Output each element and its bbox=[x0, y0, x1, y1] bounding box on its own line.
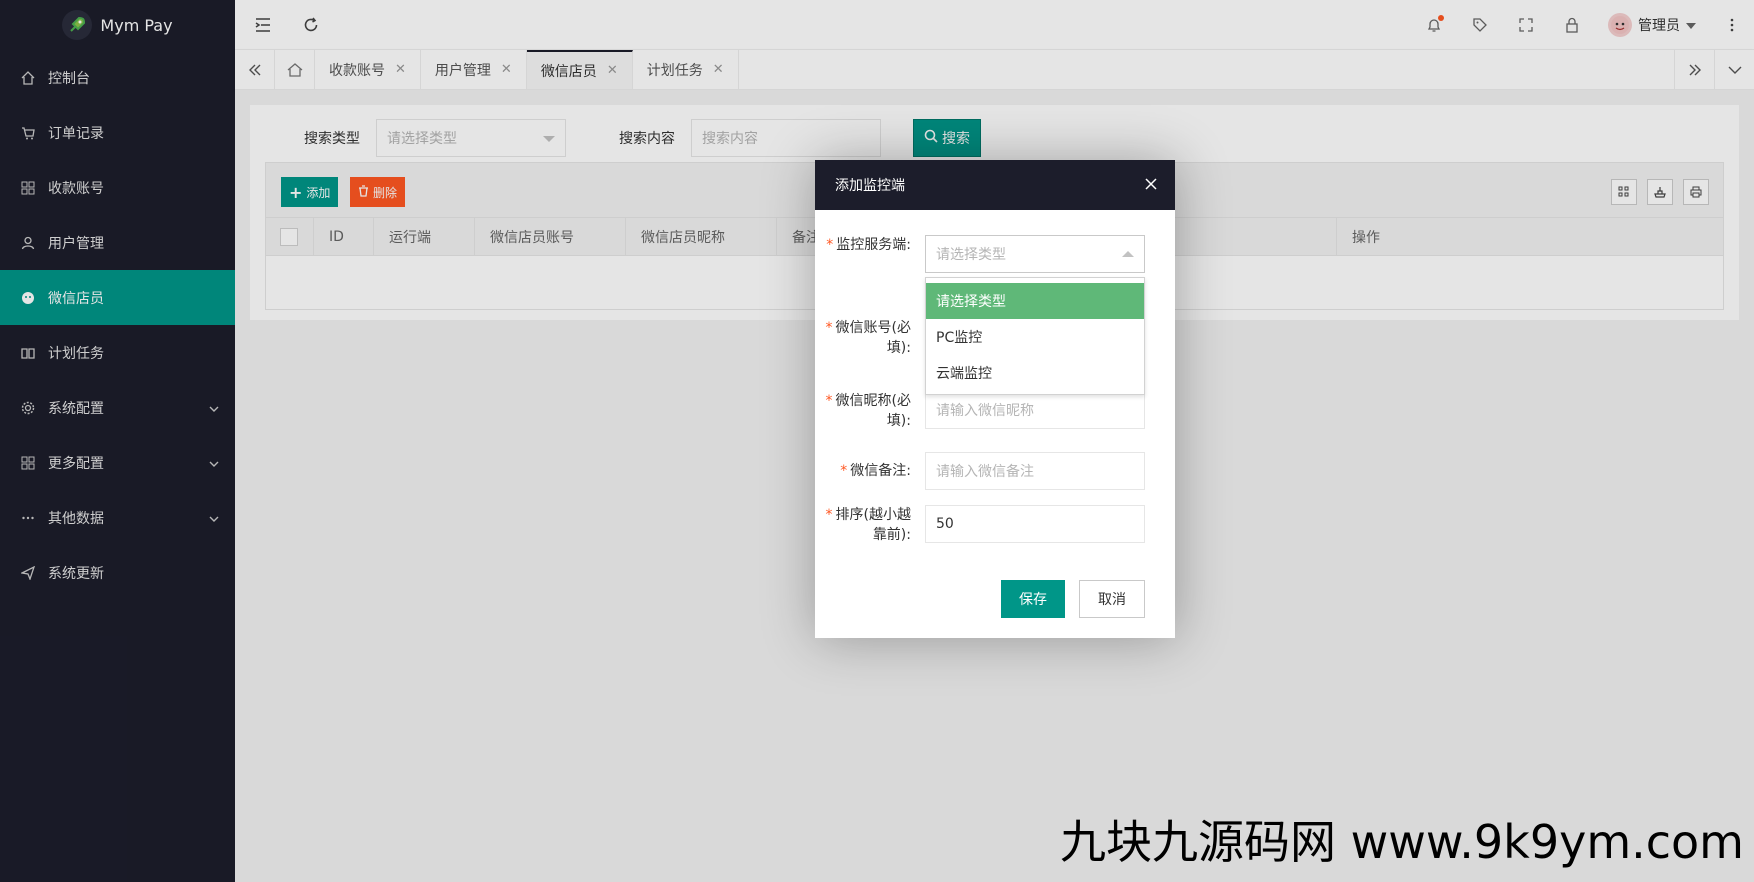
server-select-placeholder: 请选择类型 bbox=[936, 247, 1006, 263]
dropdown-option-pc[interactable]: PC监控 bbox=[926, 319, 1144, 355]
nickname-field-label: * 微信昵称(必填): bbox=[825, 393, 911, 429]
cancel-button[interactable]: 取消 bbox=[1079, 580, 1145, 618]
sort-value: 50 bbox=[936, 516, 954, 532]
server-field-label: * 监控服务端: bbox=[826, 237, 911, 253]
caret-up-icon bbox=[1122, 251, 1134, 257]
close-icon[interactable] bbox=[1141, 174, 1161, 194]
dialog-title: 添加监控端 bbox=[835, 178, 905, 194]
remark-placeholder: 请输入微信备注 bbox=[936, 464, 1034, 480]
remark-field-label: * 微信备注: bbox=[840, 463, 911, 479]
nickname-input[interactable]: 请输入微信昵称 bbox=[925, 391, 1145, 429]
dialog-header: 添加监控端 bbox=[815, 160, 1175, 210]
account-field-label: * 微信账号(必填): bbox=[825, 320, 911, 356]
add-monitor-dialog: 添加监控端 * 监控服务端: 请选择类型 * 微信账号(必填): * 微信昵称(必填)… bbox=[815, 160, 1175, 638]
server-type-dropdown: 请选择类型 PC监控 云端监控 bbox=[925, 277, 1145, 395]
remark-input[interactable]: 请输入微信备注 bbox=[925, 452, 1145, 490]
save-button[interactable]: 保存 bbox=[1001, 580, 1065, 618]
dropdown-option-placeholder[interactable]: 请选择类型 bbox=[926, 283, 1144, 319]
watermark-text: 九块九源码网 www.9k9ym.com bbox=[1060, 815, 1744, 869]
server-type-select[interactable]: 请选择类型 bbox=[925, 235, 1145, 273]
dropdown-option-cloud[interactable]: 云端监控 bbox=[926, 355, 1144, 391]
nickname-placeholder: 请输入微信昵称 bbox=[936, 403, 1034, 419]
sort-input[interactable]: 50 bbox=[925, 505, 1145, 543]
sort-field-label: * 排序(越小越靠前): bbox=[825, 507, 911, 543]
